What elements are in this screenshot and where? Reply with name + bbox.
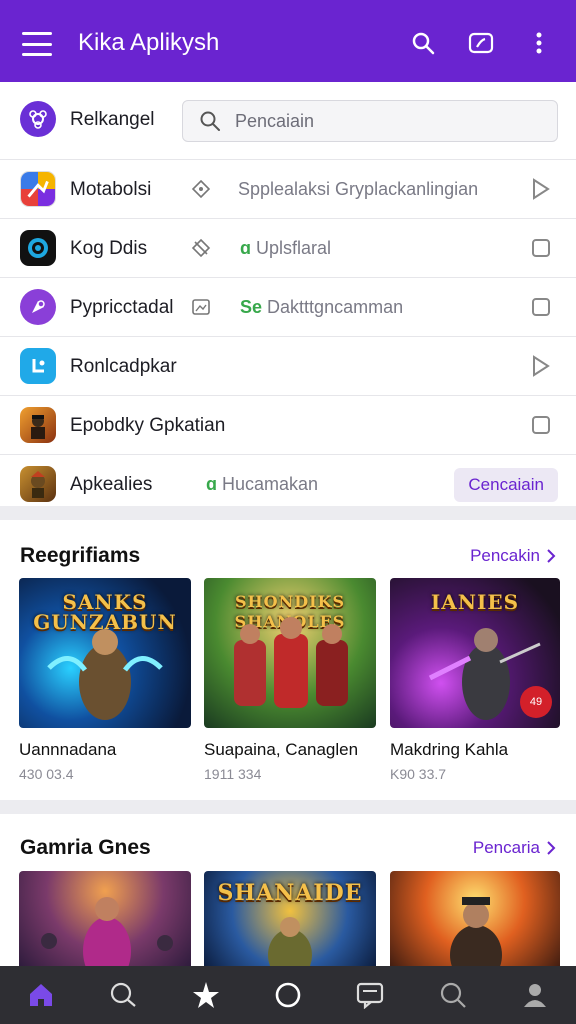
row-description: ɑ Uplsflaral bbox=[240, 238, 331, 259]
see-all-label: Pencaria bbox=[472, 838, 540, 857]
chat-search-icon[interactable] bbox=[103, 975, 143, 1015]
game-meta: 1911 334 bbox=[204, 766, 262, 782]
more-vert-icon[interactable] bbox=[524, 28, 554, 58]
row-label: Relkangel bbox=[70, 109, 155, 130]
game-meta: K90 33.7 bbox=[390, 766, 447, 782]
app-icon-purple bbox=[20, 101, 56, 137]
game-artwork: SANKS GUNZABUN bbox=[19, 578, 191, 728]
row-label: Motabolsi bbox=[70, 179, 152, 200]
search-input[interactable] bbox=[235, 110, 535, 132]
tag-icon bbox=[190, 178, 212, 200]
status-prefix: Se bbox=[240, 297, 263, 317]
games-section: Reegrifiams Pencakin SANKS GUNZABUN Uann… bbox=[0, 520, 576, 800]
row-label: Apkealies bbox=[70, 474, 153, 495]
search-icon[interactable] bbox=[408, 28, 438, 58]
game-card[interactable]: SANKS GUNZABUN Uannnadana 430 03.4 bbox=[19, 578, 191, 782]
status-prefix: ɑ bbox=[206, 474, 217, 494]
game-artwork bbox=[19, 871, 191, 966]
row-description-text: Hucamakan bbox=[222, 474, 319, 494]
section-see-all-link[interactable]: Pencakin bbox=[470, 546, 556, 566]
play-icon[interactable] bbox=[530, 355, 552, 377]
app-icon-violet bbox=[20, 289, 56, 325]
search-icon[interactable] bbox=[433, 975, 473, 1015]
row-description-text: Daktttgncamman bbox=[267, 297, 404, 317]
cast-icon[interactable] bbox=[466, 28, 496, 58]
section-see-all-link[interactable]: Pencaria bbox=[473, 838, 556, 858]
app-icon-game bbox=[20, 407, 56, 443]
row-label: Epobdky Gpkatian bbox=[70, 415, 226, 436]
row-description-text: Uplsflaral bbox=[256, 238, 332, 258]
search-icon bbox=[200, 111, 220, 131]
image-icon bbox=[190, 296, 212, 318]
star-icon[interactable] bbox=[186, 975, 226, 1015]
app-list: Relkangel Motabolsi Spplealaksi Gryplack… bbox=[0, 82, 576, 506]
checkbox-icon[interactable] bbox=[530, 296, 552, 318]
menu-icon[interactable] bbox=[22, 32, 52, 56]
list-item[interactable]: Ronlcadpkar bbox=[0, 337, 576, 396]
search-field[interactable] bbox=[182, 100, 558, 142]
list-item[interactable]: Kog Ddis ɑ Uplsflaral bbox=[0, 219, 576, 278]
play-icon[interactable] bbox=[530, 178, 552, 200]
row-description: ɑ Hucamakan bbox=[206, 474, 318, 495]
list-item[interactable]: Pypricctadal Se Daktttgncamman bbox=[0, 278, 576, 337]
game-artwork bbox=[390, 871, 560, 966]
game-card[interactable]: IANIES 49 Makdring Kahla K90 33.7 bbox=[390, 578, 560, 782]
game-card[interactable] bbox=[19, 871, 191, 966]
game-artwork: SHANAIDE bbox=[204, 871, 376, 966]
app-icon-game2 bbox=[20, 466, 56, 502]
app-icon-multicolor bbox=[20, 171, 56, 207]
message-icon[interactable] bbox=[350, 975, 390, 1015]
list-item[interactable]: Epobdky Gpkatian bbox=[0, 396, 576, 455]
games-section: Gamria Gnes Pencaria SHANAIDE bbox=[0, 814, 576, 966]
game-card[interactable]: SHANAIDE bbox=[204, 871, 376, 966]
game-badge: 49 bbox=[520, 686, 552, 718]
chevron-right-icon bbox=[547, 841, 556, 855]
row-label: Ronlcadpkar bbox=[70, 356, 177, 377]
game-artwork: SHONDIKS SHANOLES bbox=[204, 578, 376, 728]
see-all-label: Pencakin bbox=[470, 546, 540, 565]
search-action-button[interactable]: Cencaiain bbox=[454, 468, 558, 502]
app-bar: Kika Aplikysh bbox=[0, 0, 576, 82]
game-title: Makdring Kahla bbox=[390, 740, 509, 759]
section-title: Reegrifiams bbox=[20, 544, 141, 567]
section-title: Gamria Gnes bbox=[20, 836, 151, 859]
list-item[interactable]: Relkangel bbox=[0, 82, 576, 160]
home-icon[interactable] bbox=[21, 975, 61, 1015]
checkbox-icon[interactable] bbox=[530, 414, 552, 436]
list-item[interactable]: Apkealies ɑ Hucamakan Cencaiain bbox=[0, 455, 576, 514]
checkbox-icon[interactable] bbox=[530, 237, 552, 259]
game-title: Suapaina, Canaglen bbox=[204, 740, 359, 759]
row-label: Kog Ddis bbox=[70, 238, 148, 259]
game-meta: 430 03.4 bbox=[19, 766, 74, 782]
game-title: Uannnadana bbox=[19, 740, 117, 759]
app-title: Kika Aplikysh bbox=[78, 29, 220, 56]
tag-off-icon bbox=[190, 237, 212, 259]
bottom-nav bbox=[0, 966, 576, 1024]
game-artwork: IANIES 49 bbox=[390, 578, 560, 728]
chevron-right-icon bbox=[547, 549, 556, 563]
circle-icon[interactable] bbox=[268, 975, 308, 1015]
app-icon-camera bbox=[20, 230, 56, 266]
game-card[interactable] bbox=[390, 871, 560, 966]
profile-icon[interactable] bbox=[515, 975, 555, 1015]
list-item[interactable]: Motabolsi Spplealaksi Gryplackanlingian bbox=[0, 160, 576, 219]
row-label: Pypricctadal bbox=[70, 297, 174, 318]
row-description: Spplealaksi Gryplackanlingian bbox=[238, 179, 479, 199]
row-description: Se Daktttgncamman bbox=[240, 297, 403, 318]
app-icon-blue bbox=[20, 348, 56, 384]
status-prefix: ɑ bbox=[240, 238, 251, 258]
game-card[interactable]: SHONDIKS SHANOLES Suapaina, Canaglen 191… bbox=[204, 578, 376, 782]
